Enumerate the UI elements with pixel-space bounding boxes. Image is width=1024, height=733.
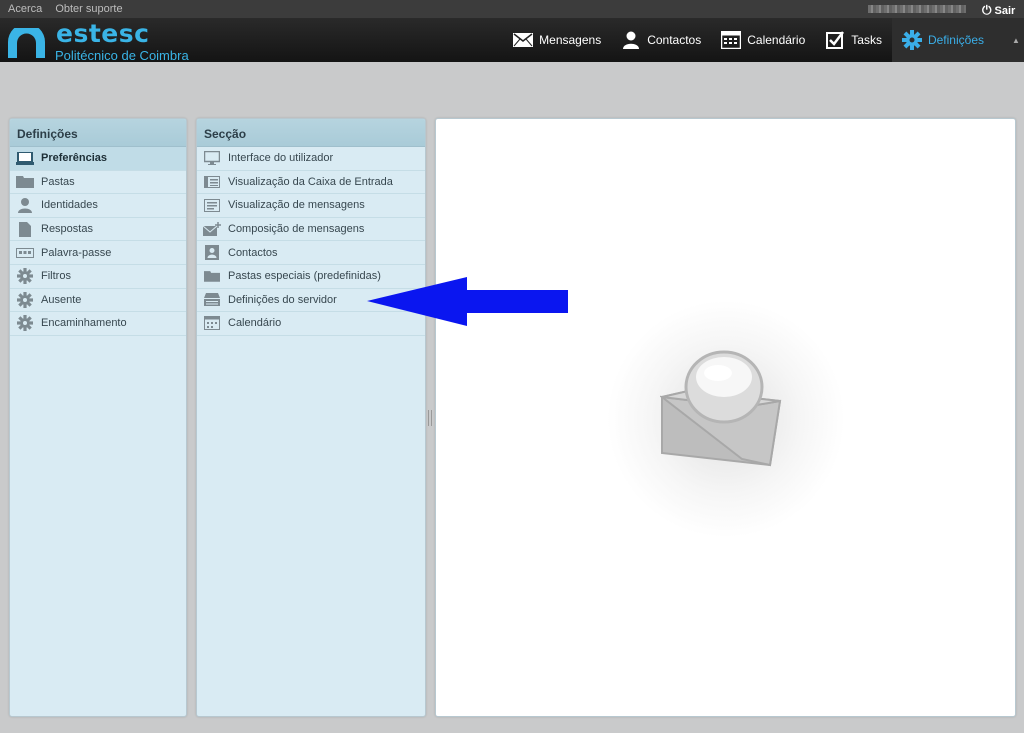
settings-item-filtros[interactable]: Filtros bbox=[10, 265, 186, 289]
brand-subtitle: Politécnico de Coimbra bbox=[55, 48, 189, 63]
content-panel bbox=[435, 118, 1016, 717]
nav-contactos[interactable]: Contactos bbox=[611, 18, 711, 62]
section-item-label: Contactos bbox=[228, 246, 278, 259]
section-item-caixa-entrada[interactable]: Visualização da Caixa de Entrada bbox=[197, 171, 425, 195]
settings-item-ausente[interactable]: Ausente bbox=[10, 289, 186, 313]
header: estesc Politécnico de Coimbra Mensagens … bbox=[0, 18, 1024, 63]
section-item-interface[interactable]: Interface do utilizador bbox=[197, 147, 425, 171]
calendar-icon bbox=[202, 315, 222, 331]
list-view-icon bbox=[202, 174, 222, 190]
gear-icon bbox=[15, 315, 35, 332]
support-link[interactable]: Obter suporte bbox=[55, 3, 122, 15]
settings-item-label: Preferências bbox=[41, 152, 108, 165]
nav-label: Definições bbox=[927, 33, 984, 47]
section-item-label: Pastas especiais (predefinidas) bbox=[228, 270, 381, 283]
logo-mark-icon bbox=[8, 28, 45, 58]
settings-item-encaminhamento[interactable]: Encaminhamento bbox=[10, 312, 186, 336]
settings-item-label: Pastas bbox=[41, 175, 75, 188]
main-nav: Mensagens Contactos Calendário Tasks Def… bbox=[503, 18, 1024, 62]
collapse-arrow-icon[interactable]: ▲ bbox=[1008, 18, 1024, 62]
server-icon bbox=[202, 292, 222, 308]
nav-label: Contactos bbox=[647, 33, 702, 47]
brand-name: estesc bbox=[56, 19, 150, 48]
folder-icon bbox=[15, 174, 35, 190]
section-panel: Secção Interface do utilizador Visualiza… bbox=[196, 118, 426, 717]
checkbox-icon bbox=[825, 30, 845, 50]
laptop-icon bbox=[15, 150, 35, 166]
about-link[interactable]: Acerca bbox=[8, 3, 42, 15]
roundcube-logo-icon bbox=[660, 350, 782, 467]
folder-icon bbox=[202, 268, 222, 284]
gear-icon bbox=[901, 30, 922, 50]
panel-splitter[interactable] bbox=[428, 410, 432, 426]
settings-list: Preferências Pastas Identidades Resposta… bbox=[10, 147, 186, 336]
section-item-label: Definições do servidor bbox=[228, 293, 337, 306]
section-item-label: Interface do utilizador bbox=[228, 152, 334, 165]
password-icon bbox=[15, 245, 35, 261]
settings-item-respostas[interactable]: Respostas bbox=[10, 218, 186, 242]
top-strip: Acerca Obter suporte ⏻ Sair bbox=[0, 0, 1024, 18]
gear-icon bbox=[15, 268, 35, 285]
nav-calendario[interactable]: Calendário bbox=[711, 18, 815, 62]
message-view-icon bbox=[202, 197, 222, 213]
nav-label: Mensagens bbox=[539, 33, 602, 47]
logo[interactable]: estesc Politécnico de Coimbra bbox=[8, 19, 208, 63]
section-item-visualizacao-mensagens[interactable]: Visualização de mensagens bbox=[197, 194, 425, 218]
settings-item-label: Filtros bbox=[41, 270, 71, 283]
annotation-arrow-icon bbox=[367, 277, 568, 326]
username-redacted bbox=[868, 5, 966, 13]
top-links: Acerca Obter suporte bbox=[8, 3, 133, 15]
settings-item-palavra-passe[interactable]: Palavra-passe bbox=[10, 241, 186, 265]
envelope-icon bbox=[513, 30, 534, 50]
nav-label: Calendário bbox=[747, 33, 806, 47]
settings-panel: Definições Preferências Pastas Identidad… bbox=[9, 118, 187, 717]
section-item-contactos[interactable]: Contactos bbox=[197, 241, 425, 265]
section-item-label: Calendário bbox=[228, 317, 282, 330]
settings-item-preferencias[interactable]: Preferências bbox=[10, 147, 186, 171]
settings-item-label: Respostas bbox=[41, 223, 93, 236]
nav-label: Tasks bbox=[851, 33, 882, 47]
settings-item-label: Ausente bbox=[41, 293, 82, 306]
nav-definicoes[interactable]: Definições bbox=[891, 18, 1008, 62]
settings-item-pastas[interactable]: Pastas bbox=[10, 171, 186, 195]
logout-button[interactable]: ⏻ Sair bbox=[982, 3, 1015, 18]
settings-panel-title: Definições bbox=[10, 119, 186, 147]
settings-item-label: Encaminhamento bbox=[41, 317, 127, 330]
document-icon bbox=[15, 221, 35, 237]
calendar-icon bbox=[721, 30, 742, 50]
power-icon: ⏻ bbox=[982, 3, 992, 17]
contact-card-icon bbox=[202, 245, 222, 261]
settings-item-label: Palavra-passe bbox=[41, 246, 112, 259]
settings-item-identidades[interactable]: Identidades bbox=[10, 194, 186, 218]
section-item-label: Visualização de mensagens bbox=[228, 199, 365, 212]
section-item-label: Composição de mensagens bbox=[228, 223, 365, 236]
nav-tasks[interactable]: Tasks bbox=[815, 18, 892, 62]
nav-mensagens[interactable]: Mensagens bbox=[503, 18, 611, 62]
monitor-icon bbox=[202, 150, 222, 166]
gear-icon bbox=[15, 291, 35, 308]
section-item-composicao[interactable]: Composição de mensagens bbox=[197, 218, 425, 242]
logout-label: Sair bbox=[994, 5, 1016, 17]
person-icon bbox=[621, 30, 641, 50]
settings-item-label: Identidades bbox=[41, 199, 98, 212]
person-icon bbox=[15, 197, 35, 214]
compose-icon bbox=[202, 221, 222, 237]
section-item-label: Visualização da Caixa de Entrada bbox=[228, 175, 393, 188]
section-panel-title: Secção bbox=[197, 119, 425, 147]
